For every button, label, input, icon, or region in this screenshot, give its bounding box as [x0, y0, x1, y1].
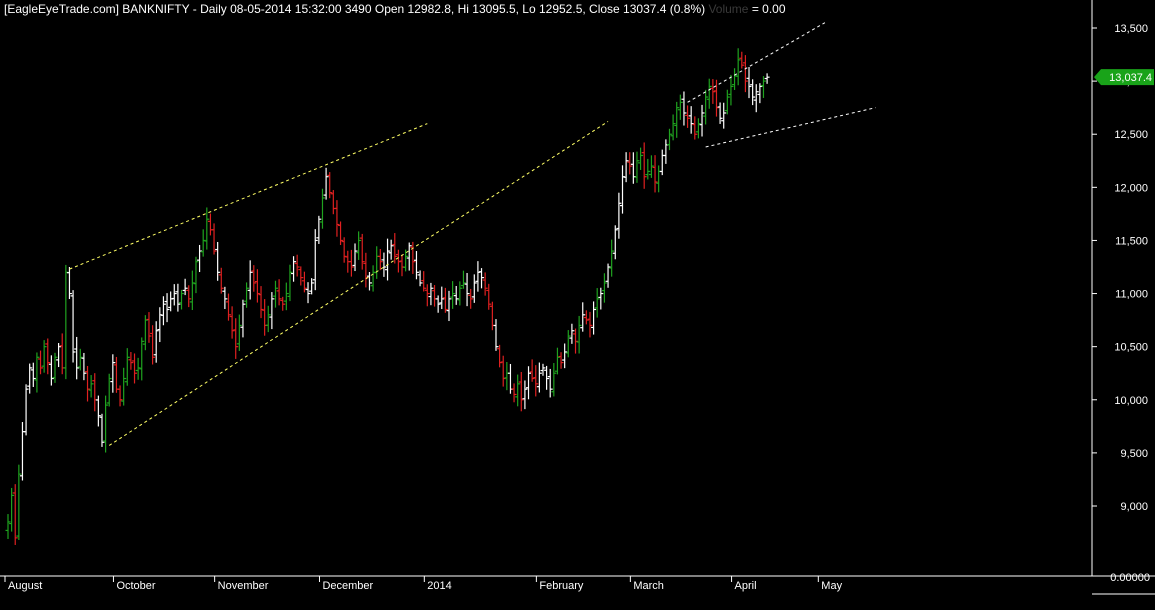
last-price-tag: 13,037.4	[1094, 69, 1154, 86]
volume-axis-label: 0.00000	[1110, 572, 1150, 584]
volume-value: = 0.00	[751, 2, 786, 16]
date-tick-label: August	[8, 580, 42, 592]
price-tick-label: 12,500	[1114, 129, 1148, 141]
price-tick-label: 9,500	[1120, 448, 1148, 460]
last-price-label: 13,037.4	[1109, 72, 1152, 84]
price-tick-label: 10,500	[1114, 342, 1148, 354]
date-tick-label: October	[116, 580, 155, 592]
price-tick-label: 9,000	[1120, 501, 1148, 513]
volume-label: Volume	[708, 2, 749, 16]
date-tick-label: March	[633, 580, 664, 592]
price-chart[interactable]: 9,000 9,500 10,000 10,500 11,000 11,500 12,000…	[0, 0, 1155, 605]
date-tick-label: May	[821, 580, 842, 592]
chart-title: [EagleEyeTrade.com] BANKNIFTY - Daily 08…	[4, 2, 706, 16]
chart-area[interactable]: 9,000 9,500 10,000 10,500 11,000 11,500 12,000…	[0, 0, 1155, 605]
price-tick-label: 11,500	[1115, 235, 1148, 247]
price-tick-label: 13,500	[1114, 23, 1148, 35]
plot-background	[0, 0, 1155, 605]
date-tick-label: February	[539, 580, 584, 592]
chart-header: [EagleEyeTrade.com] BANKNIFTY - Daily 08…	[4, 2, 786, 16]
date-tick-label: December	[322, 580, 373, 592]
date-tick-label: November	[218, 580, 269, 592]
date-tick-label: April	[735, 580, 757, 592]
date-tick-label: 2014	[427, 580, 451, 592]
price-tick-label: 11,000	[1115, 289, 1148, 301]
price-tick-label: 10,000	[1114, 395, 1148, 407]
price-tick-label: 12,000	[1114, 182, 1148, 194]
